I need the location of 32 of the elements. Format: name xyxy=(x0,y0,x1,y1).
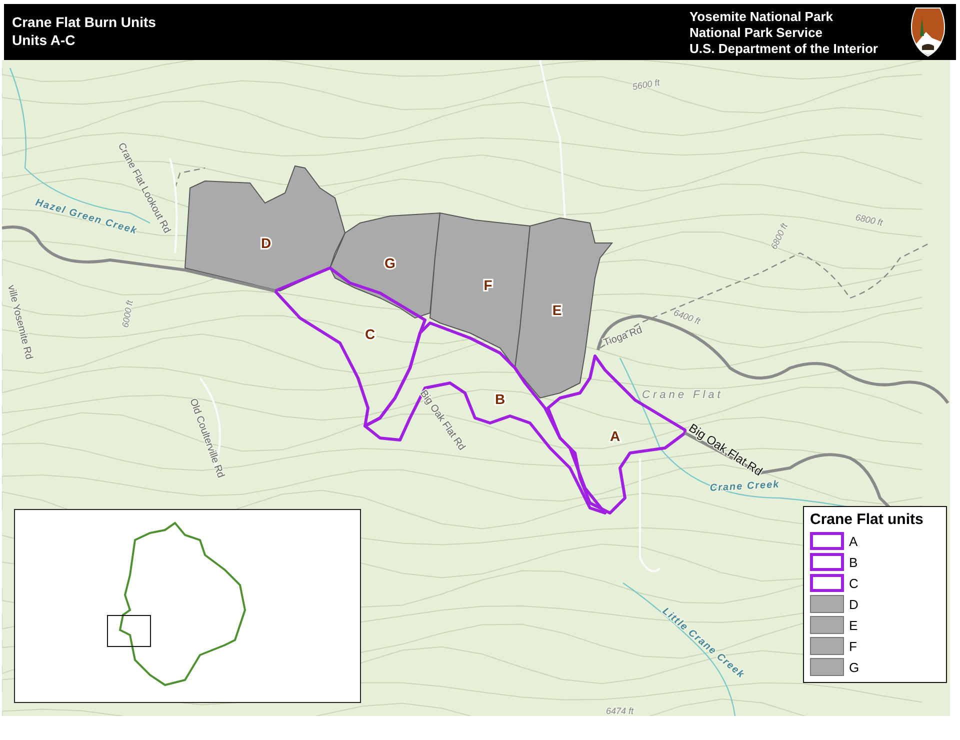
agency-name: U.S. Department of the Interior xyxy=(689,40,878,56)
unit-label: D xyxy=(260,235,272,251)
unit-label: F xyxy=(484,277,492,293)
legend-label: E xyxy=(849,618,858,632)
unit-label: B xyxy=(494,391,506,407)
legend-label: C xyxy=(849,576,858,590)
elevation-label: 6800 ft xyxy=(768,222,790,251)
legend-title: Crane Flat units xyxy=(810,511,924,528)
elevation-label: 6474 ft xyxy=(606,706,634,716)
legend-label: A xyxy=(849,534,858,548)
elevation-label: 5600 ft xyxy=(632,77,660,92)
unit-label: E xyxy=(552,302,562,318)
elevation-label: 6800 ft xyxy=(854,212,884,228)
legend-label: G xyxy=(849,660,860,674)
legend-label: B xyxy=(849,554,858,570)
elevation-label: 6400 ft xyxy=(672,307,702,326)
road-label: Big Oak Flat Rd xyxy=(686,420,766,479)
place-label: Crane Flat xyxy=(642,389,724,401)
elevation-label: 6000 ft xyxy=(120,300,135,328)
map-title: Crane Flat Burn Units xyxy=(12,14,156,30)
legend-label: D xyxy=(849,596,858,612)
legend-label: F xyxy=(849,638,857,654)
road-label: ville Yosemite Rd xyxy=(5,284,34,361)
unit-label: C xyxy=(364,326,376,342)
road-label: Tioga Rd xyxy=(602,324,644,349)
agency-name: National Park Service xyxy=(689,24,824,40)
agency-name: Yosemite National Park xyxy=(689,8,834,24)
map-subtitle: Units A-C xyxy=(12,32,76,48)
unit-label: G xyxy=(384,255,396,271)
unit-label: A xyxy=(610,428,620,444)
creek-label: Hazel Green Creek xyxy=(34,197,139,237)
creek-label: Crane Creek xyxy=(710,479,780,494)
